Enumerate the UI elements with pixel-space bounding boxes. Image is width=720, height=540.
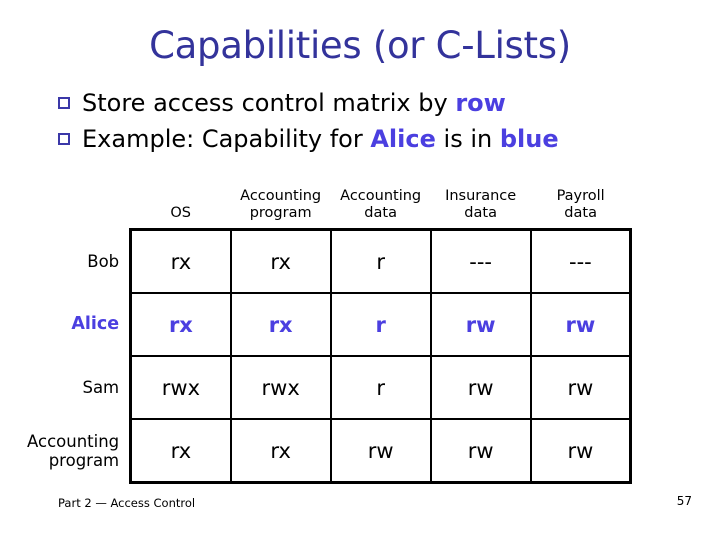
table-cell: rx <box>129 292 232 357</box>
row-header-sam: Sam <box>27 356 131 419</box>
table-cell: rwx <box>129 355 232 420</box>
table-cell: rw <box>529 355 633 420</box>
table-corner-spacer <box>27 168 131 230</box>
row-3-label1: Accounting <box>27 431 120 451</box>
table-cell: rx <box>229 228 332 294</box>
list-item: Example: Capability for Alice is in blue <box>58 124 698 160</box>
col-0-line1: OS <box>170 205 191 221</box>
page-number: 57 <box>676 494 692 508</box>
row-0-label1: Bob <box>87 251 120 271</box>
column-header-insurance-data: Insurance data <box>431 168 531 230</box>
col-4-line2: data <box>564 205 597 221</box>
column-header-accounting-program: Accounting program <box>231 168 331 230</box>
table-row-highlighted: Alice rx rx r rw rw <box>27 292 633 357</box>
table-cell: r <box>329 355 432 420</box>
table-cell: r <box>329 292 432 357</box>
table-cell: rwx <box>229 355 332 420</box>
col-2-line1: Accounting <box>340 188 422 204</box>
table-cell: rx <box>229 418 332 484</box>
table-cell: --- <box>429 228 532 294</box>
table-row: Sam rwx rwx r rw rw <box>27 355 633 420</box>
slide-canvas: Capabilities (or C-Lists) Store access c… <box>0 0 720 540</box>
table-cell: rx <box>129 418 232 484</box>
table-cell: rw <box>529 418 633 484</box>
footer-text: Part 2 — Access Control <box>58 496 196 510</box>
row-header-alice: Alice <box>27 293 131 356</box>
table-row: Bob rx rx r --- --- <box>27 228 633 294</box>
hollow-square-bullet-icon <box>58 133 70 145</box>
bullet-2-prefix: Example: Capability for <box>82 125 371 153</box>
table-cell: --- <box>529 228 633 294</box>
col-1-line2: program <box>249 205 312 221</box>
col-3-line2: data <box>464 205 497 221</box>
list-item: Store access control matrix by row <box>58 88 698 124</box>
col-2-line2: data <box>364 205 397 221</box>
column-header-os: OS <box>131 168 231 230</box>
bullet-text: Example: Capability for Alice is in blue <box>82 124 559 154</box>
bullet-1-prefix: Store access control matrix by <box>82 89 456 117</box>
table-cell: rw <box>329 418 432 484</box>
bullet-list: Store access control matrix by row Examp… <box>58 88 698 160</box>
table-cell: rw <box>429 355 532 420</box>
row-1-label1: Alice <box>71 314 120 334</box>
hollow-square-bullet-icon <box>58 97 70 109</box>
bullet-1-accent: row <box>455 89 506 117</box>
row-header-bob: Bob <box>27 230 131 294</box>
row-header-accounting-program: Accounting program <box>27 419 131 483</box>
bullet-2-accent-blue: blue <box>499 125 559 153</box>
table-cell: rw <box>429 418 532 484</box>
table-cell: rx <box>129 228 232 294</box>
row-3-label2: program <box>48 450 120 470</box>
column-header-payroll-data: Payroll data <box>531 168 631 230</box>
table-cell: rw <box>429 292 532 357</box>
bullet-2-accent-alice: Alice <box>370 125 436 153</box>
access-control-matrix: OS Accounting program Accounting data In… <box>0 168 720 484</box>
table-cell: rx <box>229 292 332 357</box>
table-cell: rw <box>529 292 633 357</box>
table-row: Accounting program rx rx rw rw rw <box>27 418 633 484</box>
column-header-accounting-data: Accounting data <box>331 168 431 230</box>
col-3-line1: Insurance <box>445 188 517 204</box>
row-2-label1: Sam <box>82 378 120 397</box>
bullet-text: Store access control matrix by row <box>82 88 506 118</box>
bullet-2-mid: is in <box>435 125 500 153</box>
page-title: Capabilities (or C-Lists) <box>149 24 571 67</box>
col-1-line1: Accounting <box>240 188 322 204</box>
table-header-row: OS Accounting program Accounting data In… <box>27 168 631 230</box>
acl-table: OS Accounting program Accounting data In… <box>27 168 633 484</box>
table-cell: r <box>329 228 432 294</box>
col-4-line1: Payroll <box>556 188 605 204</box>
